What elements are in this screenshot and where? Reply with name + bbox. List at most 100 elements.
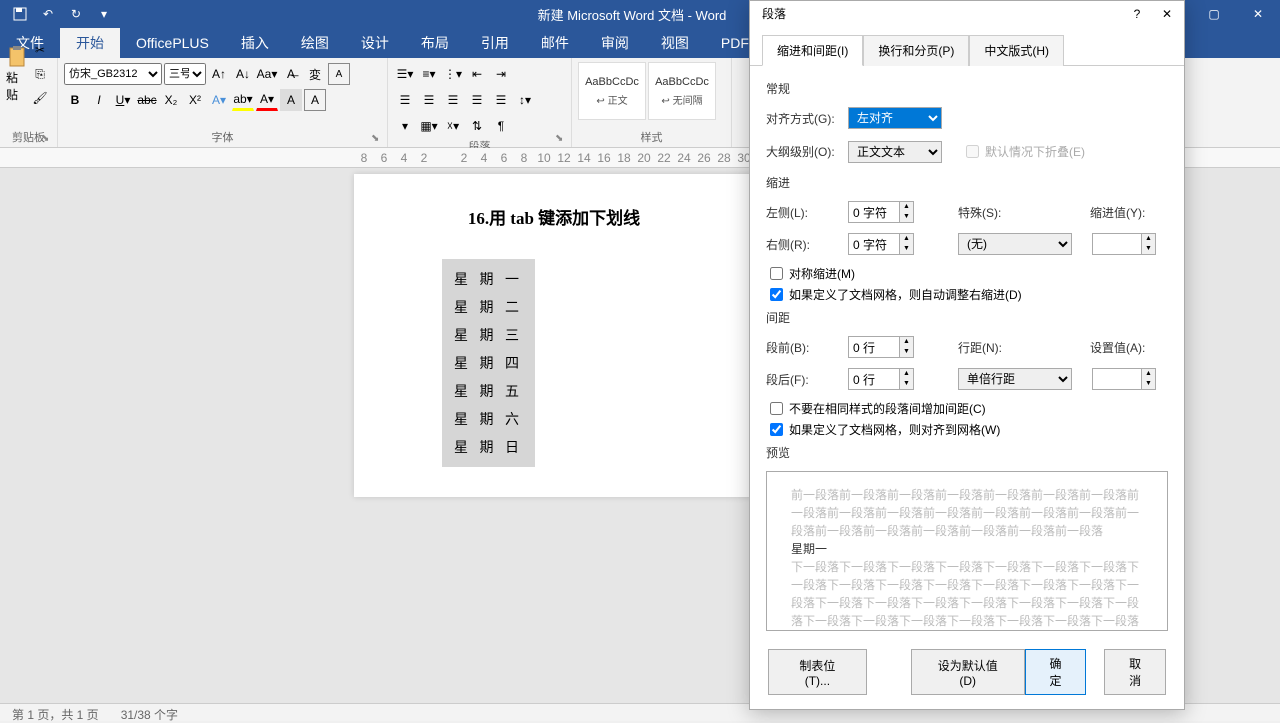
clipboard-launcher[interactable]: ⬊ [41,133,53,145]
highlight-icon[interactable]: ab▾ [232,89,254,111]
tab-mailings[interactable]: 邮件 [525,28,585,58]
tab-layout[interactable]: 布局 [405,28,465,58]
alignment-select[interactable]: 左对齐 [848,107,942,129]
tab-references[interactable]: 引用 [465,28,525,58]
style-gallery[interactable]: AaBbCcDc ↩ 正文 AaBbCcDc ↩ 无间隔 [578,62,725,120]
spinner-up[interactable]: ▲ [900,234,913,244]
underline-icon[interactable]: U▾ [112,89,134,111]
close-button[interactable]: ✕ [1236,0,1280,28]
ok-button[interactable]: 确定 [1025,649,1087,695]
justify-icon[interactable]: ☰ [466,89,488,111]
borders-icon[interactable]: ▦▾ [418,115,440,137]
show-marks-icon[interactable]: ¶ [490,115,512,137]
no-space-checkbox[interactable] [770,402,783,415]
increase-indent-icon[interactable]: ⇥ [490,63,512,85]
tab-review[interactable]: 审阅 [585,28,645,58]
dialog-close-button[interactable]: ✕ [1158,7,1176,21]
char-border-icon[interactable]: A [304,89,326,111]
redo-button[interactable]: ↻ [64,3,88,25]
status-words[interactable]: 31/38 个字 [121,706,178,719]
cut-icon[interactable]: ✂ [29,39,51,61]
align-left-icon[interactable]: ☰ [394,89,416,111]
tab-design[interactable]: 设计 [345,28,405,58]
format-painter-icon[interactable]: 🖌 [29,87,51,109]
spinner-up[interactable]: ▲ [1142,234,1155,244]
multilevel-icon[interactable]: ⋮▾ [442,63,464,85]
bullets-icon[interactable]: ☰▾ [394,63,416,85]
strikethrough-icon[interactable]: abc [136,89,158,111]
dialog-titlebar[interactable]: 段落 ? ✕ [750,1,1184,27]
spinner-down[interactable]: ▼ [1142,244,1155,254]
status-page[interactable]: 第 1 页，共 1 页 [12,706,99,719]
dialog-tab-indent[interactable]: 缩进和间距(I) [762,35,863,66]
undo-button[interactable]: ↶ [36,3,60,25]
clear-format-icon[interactable]: A̶ [280,63,302,85]
align-center-icon[interactable]: ☰ [418,89,440,111]
left-indent-input[interactable] [848,201,900,223]
decrease-indent-icon[interactable]: ⇤ [466,63,488,85]
before-input[interactable] [848,336,900,358]
spinner-up[interactable]: ▲ [1142,369,1155,379]
qat-dropdown[interactable]: ▾ [92,3,116,25]
dialog-tab-asian[interactable]: 中文版式(H) [969,35,1064,66]
tab-draw[interactable]: 绘图 [285,28,345,58]
dialog-tab-pagination[interactable]: 换行和分页(P) [863,35,969,66]
sort-icon[interactable]: ⇅ [466,115,488,137]
align-right-icon[interactable]: ☰ [442,89,464,111]
spinner-down[interactable]: ▼ [1142,379,1155,389]
save-icon[interactable] [8,3,32,25]
enclose-char-icon[interactable]: A [328,63,350,85]
line-spacing-select[interactable]: 单倍行距 [958,368,1072,390]
document-page[interactable]: 16.用 tab 键添加下划线 星 期 一 星 期 二 星 期 三 星 期 四 … [354,174,754,497]
maximize-button[interactable]: ▢ [1192,0,1236,28]
paragraph-launcher[interactable]: ⬊ [555,133,567,145]
tab-insert[interactable]: 插入 [225,28,285,58]
char-scale-icon[interactable]: ☓▾ [442,115,464,137]
spinner-down[interactable]: ▼ [900,379,913,389]
dialog-help-button[interactable]: ? [1128,7,1146,21]
line-spacing-icon[interactable]: ↕▾ [514,89,536,111]
shading-icon[interactable]: ▾ [394,115,416,137]
selected-text-block[interactable]: 星 期 一 星 期 二 星 期 三 星 期 四 星 期 五 星 期 六 星 期 … [442,259,535,467]
spinner-up[interactable]: ▲ [900,202,913,212]
tab-home[interactable]: 开始 [60,28,120,58]
spinner-down[interactable]: ▼ [900,244,913,254]
special-select[interactable]: (无) [958,233,1072,255]
font-color-icon[interactable]: A▾ [256,89,278,111]
style-nospacing[interactable]: AaBbCcDc ↩ 无间隔 [648,62,716,120]
tab-view[interactable]: 视图 [645,28,705,58]
font-size-select[interactable]: 三号 [164,63,206,85]
style-normal[interactable]: AaBbCcDc ↩ 正文 [578,62,646,120]
set-value-input[interactable] [1092,368,1142,390]
spinner-up[interactable]: ▲ [900,337,913,347]
font-launcher[interactable]: ⬊ [371,133,383,145]
tabs-button[interactable]: 制表位(T)... [768,649,867,695]
mirror-checkbox[interactable] [770,267,783,280]
subscript-icon[interactable]: X₂ [160,89,182,111]
italic-icon[interactable]: I [88,89,110,111]
tab-officeplus[interactable]: OfficePLUS [120,28,225,58]
decrease-font-icon[interactable]: A↓ [232,63,254,85]
auto-indent-checkbox[interactable] [770,288,783,301]
right-indent-input[interactable] [848,233,900,255]
snap-grid-checkbox[interactable] [770,423,783,436]
phonetic-guide-icon[interactable]: 変 [304,63,326,85]
spinner-down[interactable]: ▼ [900,212,913,222]
bold-icon[interactable]: B [64,89,86,111]
font-name-select[interactable]: 仿宋_GB2312 [64,63,162,85]
text-effects-icon[interactable]: A▾ [208,89,230,111]
copy-icon[interactable]: ⎘ [29,63,51,85]
change-case-icon[interactable]: Aa▾ [256,63,278,85]
outline-select[interactable]: 正文文本 [848,141,942,163]
after-input[interactable] [848,368,900,390]
increase-font-icon[interactable]: A↑ [208,63,230,85]
cancel-button[interactable]: 取消 [1104,649,1166,695]
char-shading-icon[interactable]: A [280,89,302,111]
superscript-icon[interactable]: X² [184,89,206,111]
paste-button[interactable]: 粘贴 [6,45,27,103]
numbering-icon[interactable]: ≡▾ [418,63,440,85]
spinner-up[interactable]: ▲ [900,369,913,379]
set-default-button[interactable]: 设为默认值(D) [911,649,1025,695]
spinner-down[interactable]: ▼ [900,347,913,357]
indent-value-input[interactable] [1092,233,1142,255]
